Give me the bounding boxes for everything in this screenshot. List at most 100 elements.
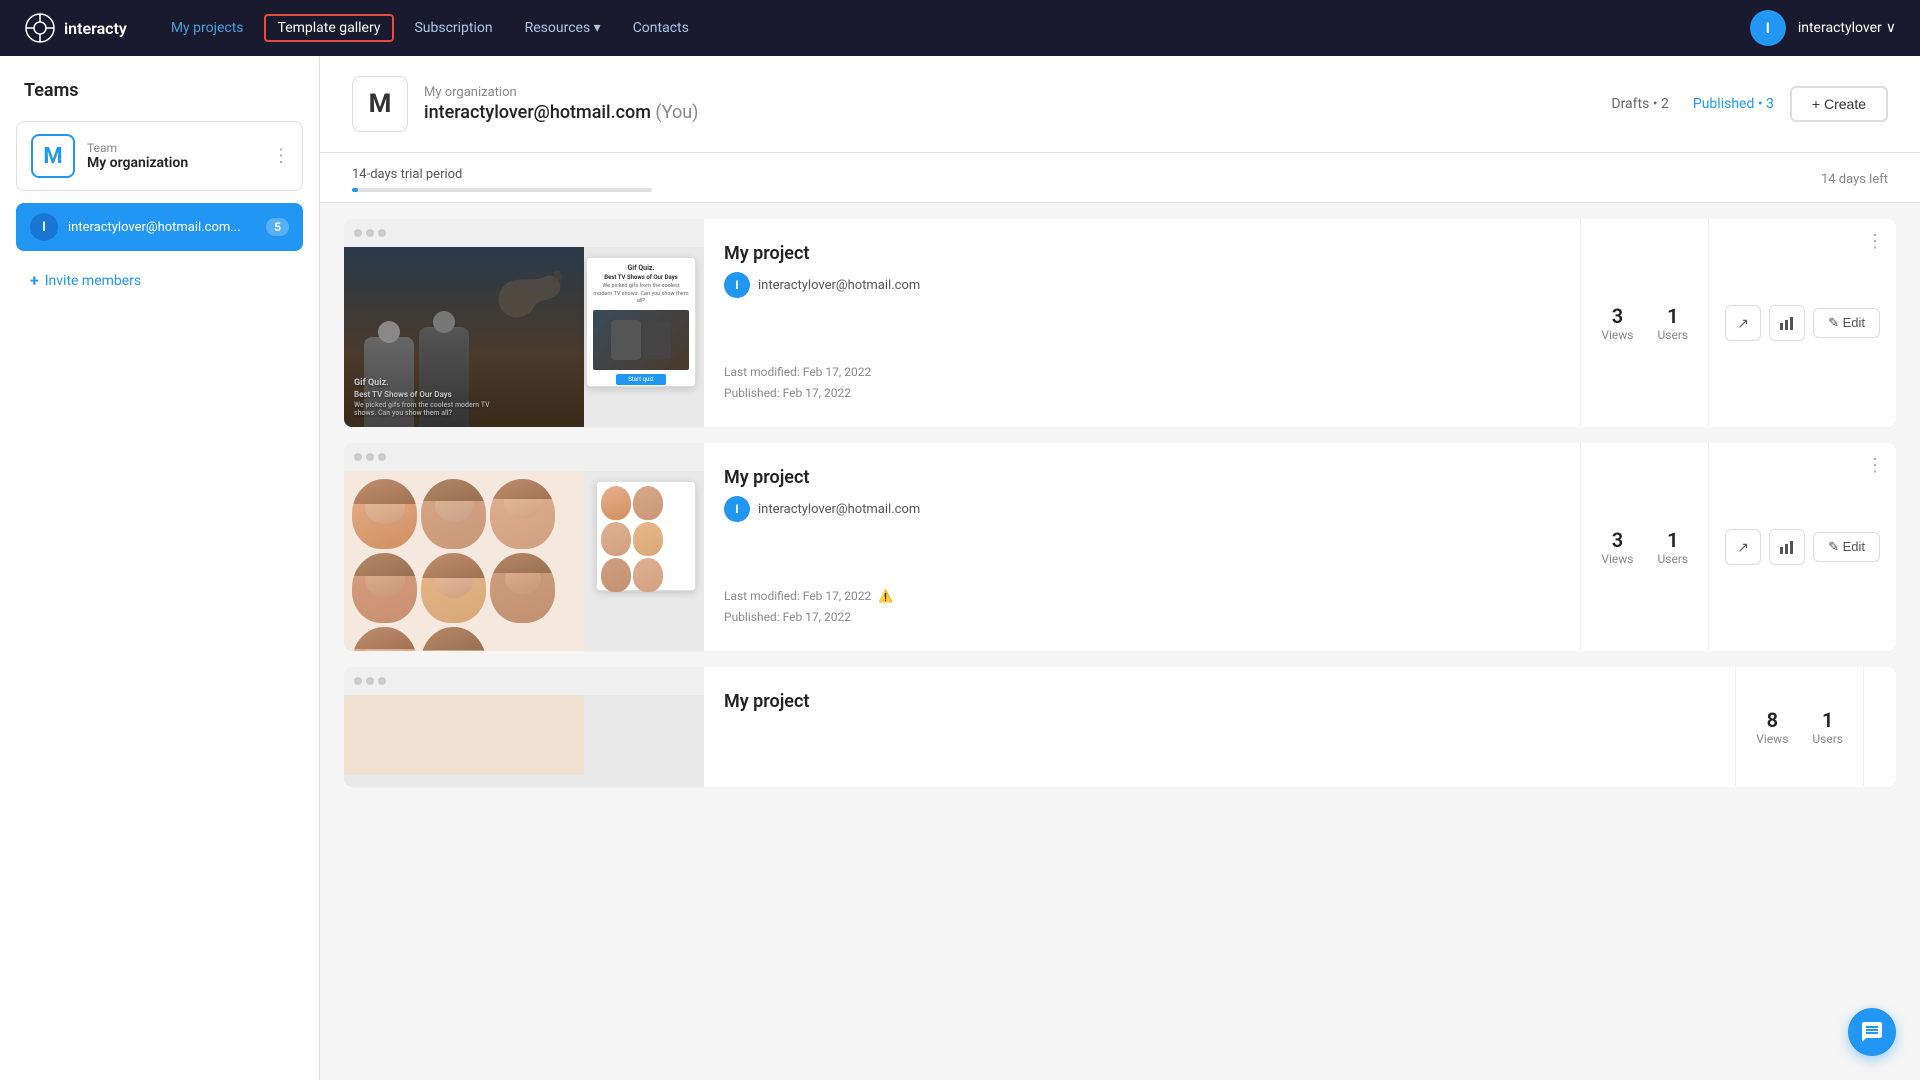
project-title-1: My project	[724, 243, 1560, 264]
thumb-content-3	[344, 695, 584, 775]
warning-icon-2: ⚠️	[878, 589, 893, 603]
trial-info: 14-days trial period	[352, 167, 652, 192]
nav-resources[interactable]: Resources	[513, 14, 613, 42]
stats-icon-1	[1779, 315, 1795, 331]
published-link[interactable]: Published • 3	[1693, 96, 1774, 112]
team-item[interactable]: M Team My organization ⋮	[16, 121, 303, 191]
stats-icon-2	[1779, 539, 1795, 555]
user-avatar-nav: I	[1750, 10, 1786, 46]
thumb-dot-3-1	[354, 677, 362, 685]
edit-button-1[interactable]: ✎ Edit	[1813, 308, 1880, 338]
drafts-stat: Drafts • 2	[1611, 96, 1669, 112]
logo-text: interacty	[64, 19, 127, 38]
project-thumbnail-1: Gif Quiz. Best TV Shows of Our Days We p…	[344, 219, 704, 427]
edit-button-2[interactable]: ✎ Edit	[1813, 532, 1880, 562]
logo[interactable]: interacty	[24, 12, 127, 44]
overlay-mini-image	[593, 310, 689, 370]
project-info-1: My project I interactylover@hotmail.com …	[704, 219, 1580, 427]
chat-bubble[interactable]	[1848, 1008, 1896, 1056]
plus-icon: +	[30, 271, 39, 290]
thumb-dots	[354, 229, 386, 237]
team-more-icon[interactable]: ⋮	[272, 146, 290, 167]
stats-button-2[interactable]	[1769, 529, 1805, 565]
sticker-2	[421, 479, 486, 549]
views-stat-1: 3 Views	[1601, 304, 1633, 342]
user-avatar-sidebar: I	[30, 213, 58, 241]
nav-contacts[interactable]: Contacts	[621, 14, 701, 42]
project-info-2: My project I interactylover@hotmail.com …	[704, 443, 1580, 651]
thumb-dot-3-2	[366, 677, 374, 685]
nav-my-projects[interactable]: My projects	[159, 14, 256, 42]
nav-subscription[interactable]: Subscription	[402, 14, 504, 42]
card-more-menu-2[interactable]: ⋮	[1866, 455, 1884, 476]
team-label: Team	[87, 141, 288, 155]
nav-right: I interactylover ∨	[1750, 10, 1896, 46]
trial-days-left: 14 days left	[1821, 172, 1888, 187]
trial-banner: 14-days trial period 14 days left	[320, 153, 1920, 203]
thumb-main-text: Gif Quiz. Best TV Shows of Our Days We p…	[354, 378, 494, 417]
thumb-content: Gif Quiz. Best TV Shows of Our Days We p…	[344, 247, 704, 427]
project-stats-1: 3 Views 1 Users	[1580, 219, 1708, 427]
trial-text: 14-days trial period	[352, 167, 652, 182]
main-content: M My organization interactylover@hotmail…	[320, 56, 1920, 1080]
org-info: My organization interactylover@hotmail.c…	[424, 85, 1595, 123]
thumb-dots-3	[354, 677, 386, 685]
owner-email-1: interactylover@hotmail.com	[758, 278, 920, 293]
logo-icon	[24, 12, 56, 44]
thumb-dot-1	[354, 229, 362, 237]
views-stat-2: 3 Views	[1601, 528, 1633, 566]
published-stat[interactable]: Published • 3	[1693, 96, 1774, 112]
thumb-dot-2-2	[366, 453, 374, 461]
users-stat-2: 1 Users	[1657, 528, 1688, 566]
thumb-bar-3	[344, 667, 704, 695]
owner-avatar-2: I	[724, 496, 750, 522]
nav-template-gallery[interactable]: Template gallery	[264, 14, 395, 42]
stats-button-1[interactable]	[1769, 305, 1805, 341]
thumb-dots-2	[354, 453, 386, 461]
project-dates-1: Last modified: Feb 17, 2022 Published: F…	[724, 362, 1560, 403]
owner-avatar-1: I	[724, 272, 750, 298]
project-stats-3: 8 Views 1 Users	[1735, 667, 1863, 787]
sticker-3	[490, 479, 555, 549]
user-name-button[interactable]: interactylover ∨	[1798, 20, 1896, 36]
card-more-menu-1[interactable]: ⋮	[1866, 231, 1884, 252]
views-stat-3: 8 Views	[1756, 708, 1788, 746]
project-actions-3	[1863, 667, 1896, 787]
sticker-main	[344, 471, 584, 651]
owner-email-2: interactylover@hotmail.com	[758, 502, 920, 517]
nav-links: My projects Template gallery Subscriptio…	[159, 14, 1718, 42]
project-thumbnail-3	[344, 667, 704, 787]
thumb-dot-3	[378, 229, 386, 237]
create-button[interactable]: + Create	[1790, 86, 1888, 122]
external-link-button-1[interactable]: ↗	[1725, 305, 1761, 341]
project-card: Gif Quiz. Best TV Shows of Our Days We p…	[344, 219, 1896, 427]
thumb-dot-2	[366, 229, 374, 237]
project-thumbnail-2	[344, 443, 704, 651]
project-card-3: My project 8 Views 1 Users	[344, 667, 1896, 787]
sticker-7	[352, 627, 417, 651]
project-title-3: My project	[724, 691, 1715, 712]
invite-members-link[interactable]: + Invite members	[16, 263, 303, 298]
user-item[interactable]: I interactylover@hotmail.com... 5	[16, 203, 303, 251]
external-link-button-2[interactable]: ↗	[1725, 529, 1761, 565]
thumb-dot-2-1	[354, 453, 362, 461]
sticker-5	[421, 553, 486, 623]
team-avatar: M	[31, 134, 75, 178]
sticker-4	[352, 553, 417, 623]
thumb-overlay-card: Gif Quiz. Best TV Shows of Our Days We p…	[586, 257, 696, 387]
sidebar: Teams M Team My organization ⋮ I interac…	[0, 56, 320, 1080]
project-stats-2: 3 Views 1 Users	[1580, 443, 1708, 651]
project-info-3: My project	[704, 667, 1735, 787]
warrior-bg: Gif Quiz. Best TV Shows of Our Days We p…	[344, 247, 584, 427]
org-name-label: My organization	[424, 85, 1595, 100]
user-count-badge: 5	[266, 218, 289, 236]
chat-icon	[1860, 1020, 1884, 1044]
org-avatar: M	[352, 76, 408, 132]
project-card-2: My project I interactylover@hotmail.com …	[344, 443, 1896, 651]
dragon-silhouette	[484, 267, 564, 327]
org-header: M My organization interactylover@hotmail…	[320, 56, 1920, 153]
team-info: Team My organization	[87, 141, 288, 171]
users-stat-3: 1 Users	[1812, 708, 1843, 746]
team-name: My organization	[87, 155, 288, 171]
trial-progress-fill	[352, 188, 358, 192]
